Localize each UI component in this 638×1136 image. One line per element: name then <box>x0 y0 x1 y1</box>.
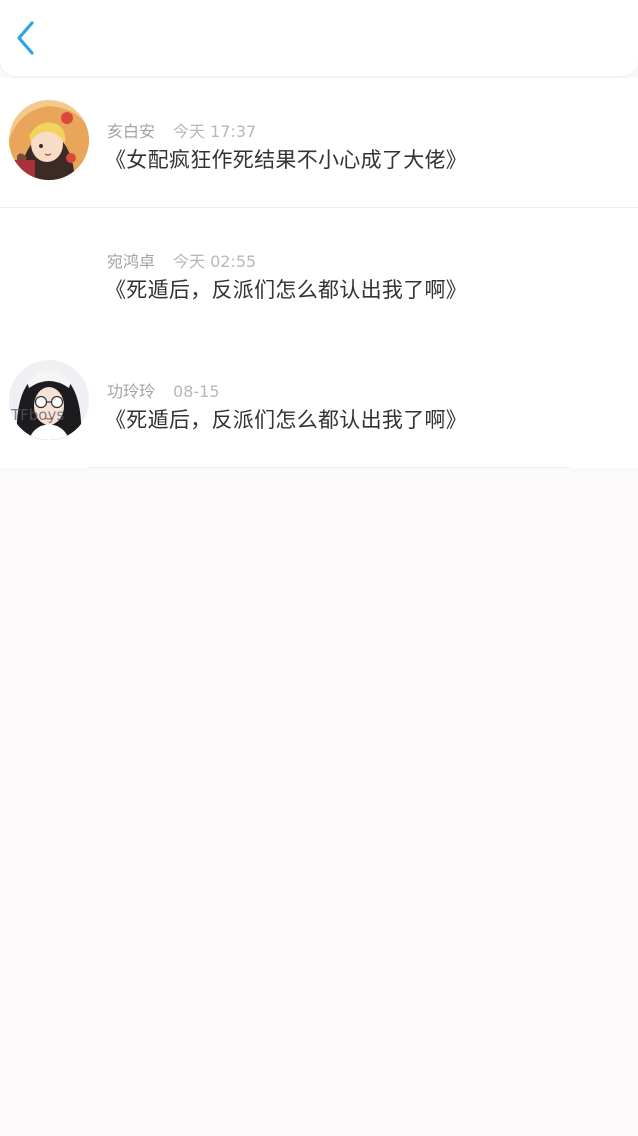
avatar[interactable] <box>9 230 89 310</box>
timestamp: 今天 17:37 <box>173 122 257 141</box>
message-meta: 亥白安 今天 17:37 <box>107 118 256 142</box>
girl-photo-avatar-icon: TFboys <box>9 360 89 440</box>
chevron-left-icon <box>17 21 34 55</box>
sender-name: 功玲玲 <box>107 382 156 401</box>
book-title[interactable]: 《女配疯狂作死结果不小心成了大佬》 <box>105 144 467 174</box>
anime-girl-avatar-icon <box>9 100 89 180</box>
avatar[interactable] <box>9 100 89 180</box>
timestamp: 08-15 <box>173 382 220 401</box>
message-row[interactable]: 亥白安 今天 17:37 《女配疯狂作死结果不小心成了大佬》 <box>0 78 638 208</box>
top-nav-bar <box>0 0 638 76</box>
message-list: 亥白安 今天 17:37 《女配疯狂作死结果不小心成了大佬》 宛鸿卓 今天 02:5… <box>0 78 638 468</box>
message-row[interactable]: TFboys 功玲玲 08-15 《死遁后，反派们怎么都认出我了啊》 <box>0 338 638 468</box>
svg-text:TFboys: TFboys <box>10 406 64 424</box>
sender-name: 宛鸿卓 <box>107 252 156 271</box>
message-meta: 功玲玲 08-15 <box>107 378 220 402</box>
message-meta: 宛鸿卓 今天 02:55 <box>107 248 256 272</box>
timestamp: 今天 02:55 <box>173 252 257 271</box>
message-row[interactable]: 宛鸿卓 今天 02:55 《死遁后，反派们怎么都认出我了啊》 <box>0 208 638 468</box>
sender-name: 亥白安 <box>107 122 156 141</box>
back-button[interactable] <box>6 16 46 60</box>
avatar[interactable]: TFboys <box>9 360 89 440</box>
book-title[interactable]: 《死遁后，反派们怎么都认出我了啊》 <box>105 274 467 304</box>
book-title[interactable]: 《死遁后，反派们怎么都认出我了啊》 <box>105 404 467 434</box>
